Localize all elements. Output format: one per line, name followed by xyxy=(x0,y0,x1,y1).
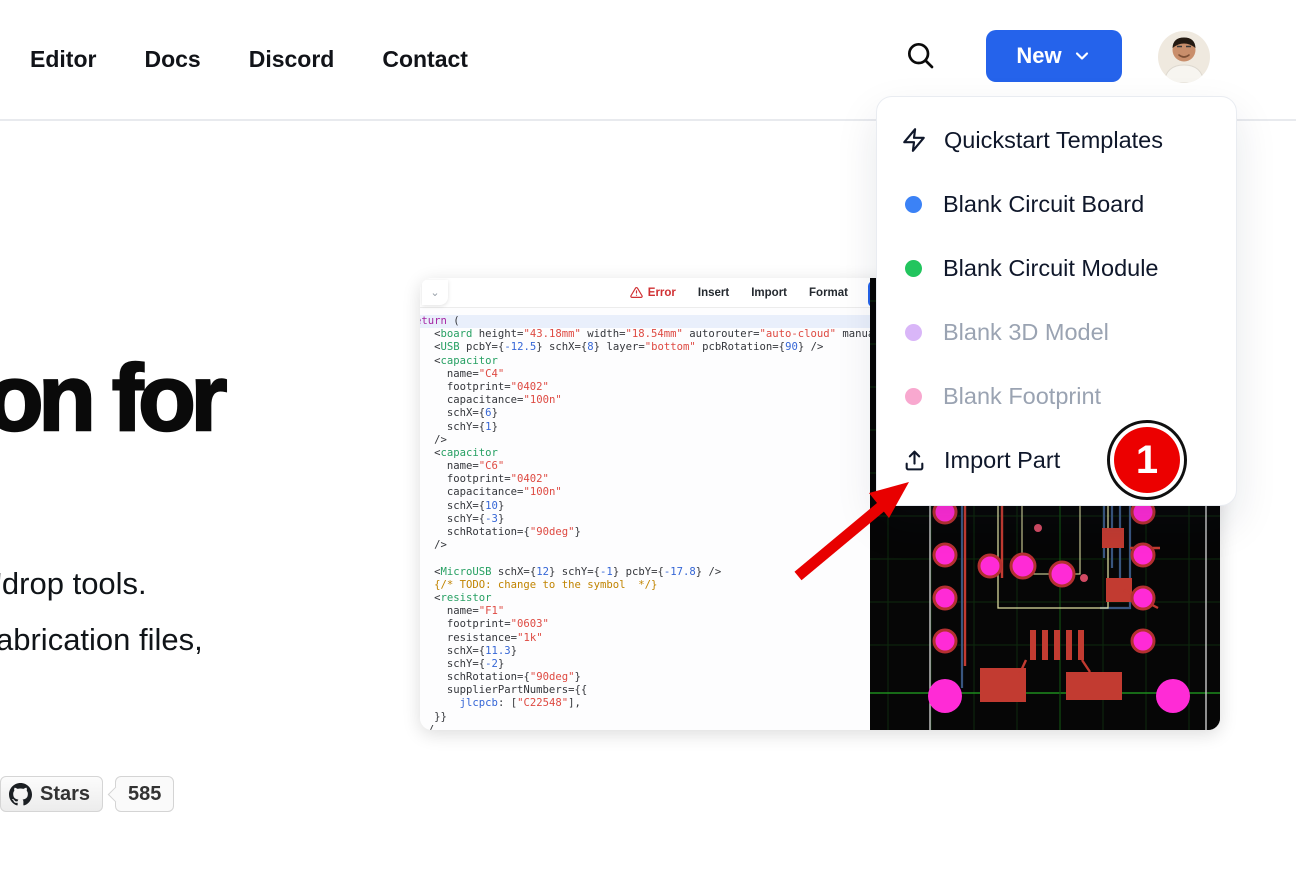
code-line: <board height="43.18mm" width="18.54mm" … xyxy=(420,328,870,341)
code-line: schY={-2} xyxy=(420,658,870,671)
nav-link-contact[interactable]: Contact xyxy=(382,46,468,73)
new-button-label: New xyxy=(1016,43,1061,69)
code-line: capacitance="100n" xyxy=(420,394,870,407)
hero-paragraph: 'drop tools. abrication files, xyxy=(0,556,203,668)
code-line: schRotation={"90deg"} xyxy=(420,671,870,684)
code-line: name="F1" xyxy=(420,605,870,618)
nav-link-editor[interactable]: Editor xyxy=(30,46,96,73)
search-button[interactable] xyxy=(902,38,938,74)
github-stars-button[interactable]: Stars xyxy=(0,776,103,812)
code-line: supplierPartNumbers={{ xyxy=(420,684,870,697)
code-line: jlcpcb: ["C22548"], xyxy=(420,697,870,710)
pink-dot-icon xyxy=(905,388,922,405)
green-dot-icon xyxy=(905,260,922,277)
editor-insert-tab[interactable]: Insert xyxy=(698,287,729,299)
nav-link-docs[interactable]: Docs xyxy=(144,46,200,73)
code-line: schX={6} xyxy=(420,407,870,420)
zap-icon xyxy=(901,127,927,153)
code-line: schY={1} xyxy=(420,421,870,434)
search-icon xyxy=(904,39,936,74)
nav-link-discord[interactable]: Discord xyxy=(249,46,335,73)
editor-import-tab[interactable]: Import xyxy=(751,287,787,299)
avatar[interactable] xyxy=(1158,31,1210,83)
blue-dot-icon xyxy=(905,196,922,213)
annotation-arrow-icon xyxy=(778,464,938,594)
code-line: / xyxy=(420,724,870,730)
code-line: /> xyxy=(420,434,870,447)
editor-format-tab[interactable]: Format xyxy=(809,287,848,299)
code-line: resistance="1k" xyxy=(420,632,870,645)
code-line: footprint="0402" xyxy=(420,381,870,394)
warning-icon xyxy=(630,286,643,299)
chevron-down-icon xyxy=(1072,46,1092,66)
hero-paragraph-line-1: 'drop tools. xyxy=(0,556,203,612)
code-line: eturn ( xyxy=(420,315,870,328)
code-line: <capacitor xyxy=(420,447,870,460)
code-line: schX={11.3} xyxy=(420,645,870,658)
code-line: footprint="0603" xyxy=(420,618,870,631)
menu-item-blank-3d-model[interactable]: Blank 3D Model xyxy=(901,308,1213,356)
purple-dot-icon xyxy=(905,324,922,341)
menu-item-blank-circuit-module[interactable]: Blank Circuit Module xyxy=(901,244,1213,292)
github-stars-widget: Stars 585 xyxy=(0,776,174,812)
editor-collapse-button[interactable]: ⌄ xyxy=(422,280,448,305)
editor-error-tab[interactable]: Error xyxy=(630,286,676,299)
github-octocat-icon xyxy=(9,783,32,806)
new-button[interactable]: New xyxy=(986,30,1122,82)
editor-toolbar: Error Insert Import Format xyxy=(420,278,870,308)
code-line: <USB pcbY={-12.5} schX={8} layer="bottom… xyxy=(420,341,870,354)
hero-headline-fragment: on for xyxy=(0,344,222,452)
github-stars-label: Stars xyxy=(40,783,90,806)
menu-item-blank-circuit-board[interactable]: Blank Circuit Board xyxy=(901,180,1213,228)
menu-item-quickstart-templates[interactable]: Quickstart Templates xyxy=(901,116,1213,164)
code-line: name="C4" xyxy=(420,368,870,381)
hero-paragraph-line-2: abrication files, xyxy=(0,612,203,668)
menu-item-blank-footprint[interactable]: Blank Footprint xyxy=(901,372,1213,420)
code-line: <capacitor xyxy=(420,355,870,368)
annotation-step-badge: 1 xyxy=(1107,420,1187,500)
github-stars-count[interactable]: 585 xyxy=(115,776,174,812)
annotation-step-number: 1 xyxy=(1114,427,1180,493)
nav-links: Editor Docs Discord Contact xyxy=(30,0,468,119)
code-line: }} xyxy=(420,711,870,724)
